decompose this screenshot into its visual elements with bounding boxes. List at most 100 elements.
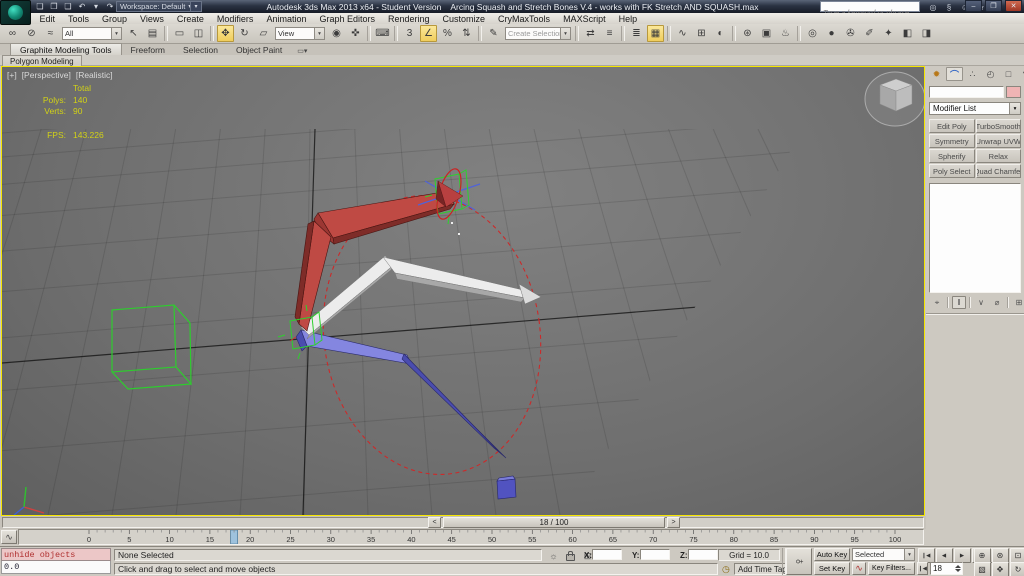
mirror-button[interactable]: ⇄: [582, 25, 599, 42]
orbit-view-button[interactable]: ↻: [1009, 562, 1024, 576]
time-slider-handle[interactable]: 18 / 100: [443, 517, 665, 528]
modifier-button[interactable]: Quad Chamfer: [975, 164, 1021, 178]
select-and-scale-button[interactable]: ▱: [255, 25, 272, 42]
menu-item[interactable]: Group: [96, 14, 134, 24]
viewport-menu-general[interactable]: [+]: [7, 70, 17, 80]
crytools-brush-button[interactable]: ✐: [861, 25, 878, 42]
modifier-button[interactable]: TurboSmooth: [975, 119, 1021, 133]
manage-layers-button[interactable]: ≣: [628, 25, 645, 42]
bone-chain-red[interactable]: [294, 190, 455, 332]
set-keys-button[interactable]: ♀: [786, 548, 812, 575]
previous-frame-arrow[interactable]: <: [428, 517, 441, 528]
crytools-sphere-button[interactable]: ●: [823, 25, 840, 42]
ribbon-minimize-button[interactable]: ▭▾: [297, 47, 307, 55]
modifier-button[interactable]: Relax: [975, 149, 1021, 163]
zoom-extents-button[interactable]: ⊡: [1009, 548, 1024, 563]
mini-curve-editor-button[interactable]: ∿: [1, 530, 17, 544]
menu-item[interactable]: Views: [134, 14, 171, 24]
play-animation-button[interactable]: ▶: [953, 548, 971, 563]
object-color-swatch[interactable]: [1006, 86, 1021, 98]
save-file-button[interactable]: ❑: [61, 1, 75, 13]
ribbon-tab-graphite-modeling-tools[interactable]: Graphite Modeling Tools: [10, 43, 122, 55]
modifier-button[interactable]: Unwrap UVW: [975, 134, 1021, 148]
zoom-region-button[interactable]: ▧: [973, 562, 991, 576]
menu-item[interactable]: Customize: [436, 14, 492, 24]
maxscript-script-line[interactable]: 0.0: [1, 561, 111, 574]
pin-stack-button[interactable]: ⌖: [930, 296, 944, 309]
infocenter-search[interactable]: [820, 1, 920, 17]
undo-button[interactable]: ↶: [75, 1, 89, 13]
modify-tab-button[interactable]: ⌒: [946, 67, 963, 81]
key-filters-button[interactable]: Key Filters...: [868, 562, 915, 575]
menu-item[interactable]: Create: [170, 14, 210, 24]
perspective-viewport[interactable]: [+] [Perspective] [Realistic] Total Poly…: [1, 66, 925, 516]
modifier-list-dropdown[interactable]: Modifier List ▾: [929, 102, 1021, 115]
named-selection-sets-dropdown[interactable]: Create Selection Se▾: [505, 27, 571, 40]
undo-flyout-button[interactable]: ▾: [89, 1, 103, 13]
select-by-name-button[interactable]: ▤: [144, 25, 161, 42]
remove-modifier-button[interactable]: ⌀: [990, 296, 1004, 309]
material-editor-button[interactable]: ◐: [712, 25, 729, 42]
curve-editor-button[interactable]: ∿: [674, 25, 691, 42]
key-selection-dropdown[interactable]: Selected ▾: [852, 548, 915, 561]
frame-spinner[interactable]: [955, 565, 962, 572]
modifier-stack-list[interactable]: [929, 183, 1021, 293]
hierarchy-tab-button[interactable]: ∴: [964, 67, 981, 81]
utilities-tab-button[interactable]: ⚒: [1018, 67, 1024, 81]
modifier-button[interactable]: Poly Select: [929, 164, 975, 178]
key-mode-toggle-button[interactable]: ❙◀: [917, 562, 928, 575]
minimize-button[interactable]: –: [965, 0, 982, 12]
graphite-ribbon-toggle-button[interactable]: ▦: [647, 25, 664, 42]
set-key-button[interactable]: Set Key: [814, 562, 850, 575]
redo-button[interactable]: ↷: [103, 1, 117, 13]
next-frame-arrow[interactable]: >: [667, 517, 680, 528]
keyboard-shortcut-override-button[interactable]: ⌨: [374, 25, 391, 42]
viewport-menu-pov[interactable]: [Perspective]: [22, 70, 71, 80]
open-file-button[interactable]: ❐: [47, 1, 61, 13]
3dsmax-logo-icon[interactable]: [0, 0, 31, 25]
crytools-globe-button[interactable]: ◎: [804, 25, 821, 42]
bind-to-space-warp-button[interactable]: ≈: [42, 25, 59, 42]
unlink-selection-button[interactable]: ⊘: [23, 25, 40, 42]
menu-item[interactable]: Rendering: [382, 14, 437, 24]
menu-item[interactable]: MAXScript: [557, 14, 613, 24]
window-crossing-toggle-button[interactable]: ◫: [190, 25, 207, 42]
ribbon-tab-object-paint[interactable]: Object Paint: [227, 44, 291, 55]
menu-item[interactable]: Graph Editors: [313, 14, 382, 24]
menu-item[interactable]: Animation: [260, 14, 313, 24]
menu-item[interactable]: Edit: [33, 14, 62, 24]
y-coordinate-field[interactable]: [640, 549, 670, 560]
view-cube[interactable]: [864, 71, 924, 127]
communication-center-button[interactable]: §: [942, 1, 956, 13]
configure-modifier-sets-button[interactable]: ⊞: [1012, 296, 1024, 309]
zoom-button[interactable]: ⊕: [973, 548, 991, 563]
selection-filter-dropdown[interactable]: All ▾: [62, 27, 122, 40]
viewport-menu-shading[interactable]: [Realistic]: [76, 70, 113, 80]
x-coordinate-field[interactable]: [592, 549, 622, 560]
current-frame-field[interactable]: 18: [930, 562, 963, 575]
select-and-manipulate-button[interactable]: ✜: [347, 25, 364, 42]
object-name-field[interactable]: [929, 86, 1004, 98]
create-tab-button[interactable]: ✹: [928, 67, 945, 81]
track-bar-ruler[interactable]: 0 5 10 15 20 25 30 35 40 45 50 55 60 65 70 75 80 85 90 95 10…: [18, 529, 924, 545]
align-button[interactable]: ≡: [601, 25, 618, 42]
use-pivot-point-center-button[interactable]: ◉: [328, 25, 345, 42]
motion-tab-button[interactable]: ◴: [982, 67, 999, 81]
angle-snap-toggle-button[interactable]: ∠: [420, 25, 437, 42]
rectangular-selection-region-button[interactable]: ▭: [171, 25, 188, 42]
snap-toggle-3d-button[interactable]: 3: [401, 25, 418, 42]
schematic-view-button[interactable]: ⊞: [693, 25, 710, 42]
spinner-snap-toggle-button[interactable]: ⇅: [458, 25, 475, 42]
render-production-button[interactable]: ♨: [777, 25, 794, 42]
reference-coordinate-system-dropdown[interactable]: View ▾: [275, 27, 325, 40]
bone-chain-white[interactable]: [300, 255, 542, 340]
modifier-button[interactable]: Edit Poly: [929, 119, 975, 133]
previous-frame-button[interactable]: ◀: [935, 548, 953, 563]
select-and-link-button[interactable]: ∞: [4, 25, 21, 42]
new-scene-button[interactable]: ❏: [33, 1, 47, 13]
isolate-selection-toggle-button[interactable]: ☼: [545, 549, 562, 563]
rendered-frame-window-button[interactable]: ▣: [758, 25, 775, 42]
crytools-clip-a-button[interactable]: ◧: [899, 25, 916, 42]
ribbon-tab-freeform[interactable]: Freeform: [122, 44, 174, 55]
selection-lock-toggle-button[interactable]: [562, 549, 579, 563]
